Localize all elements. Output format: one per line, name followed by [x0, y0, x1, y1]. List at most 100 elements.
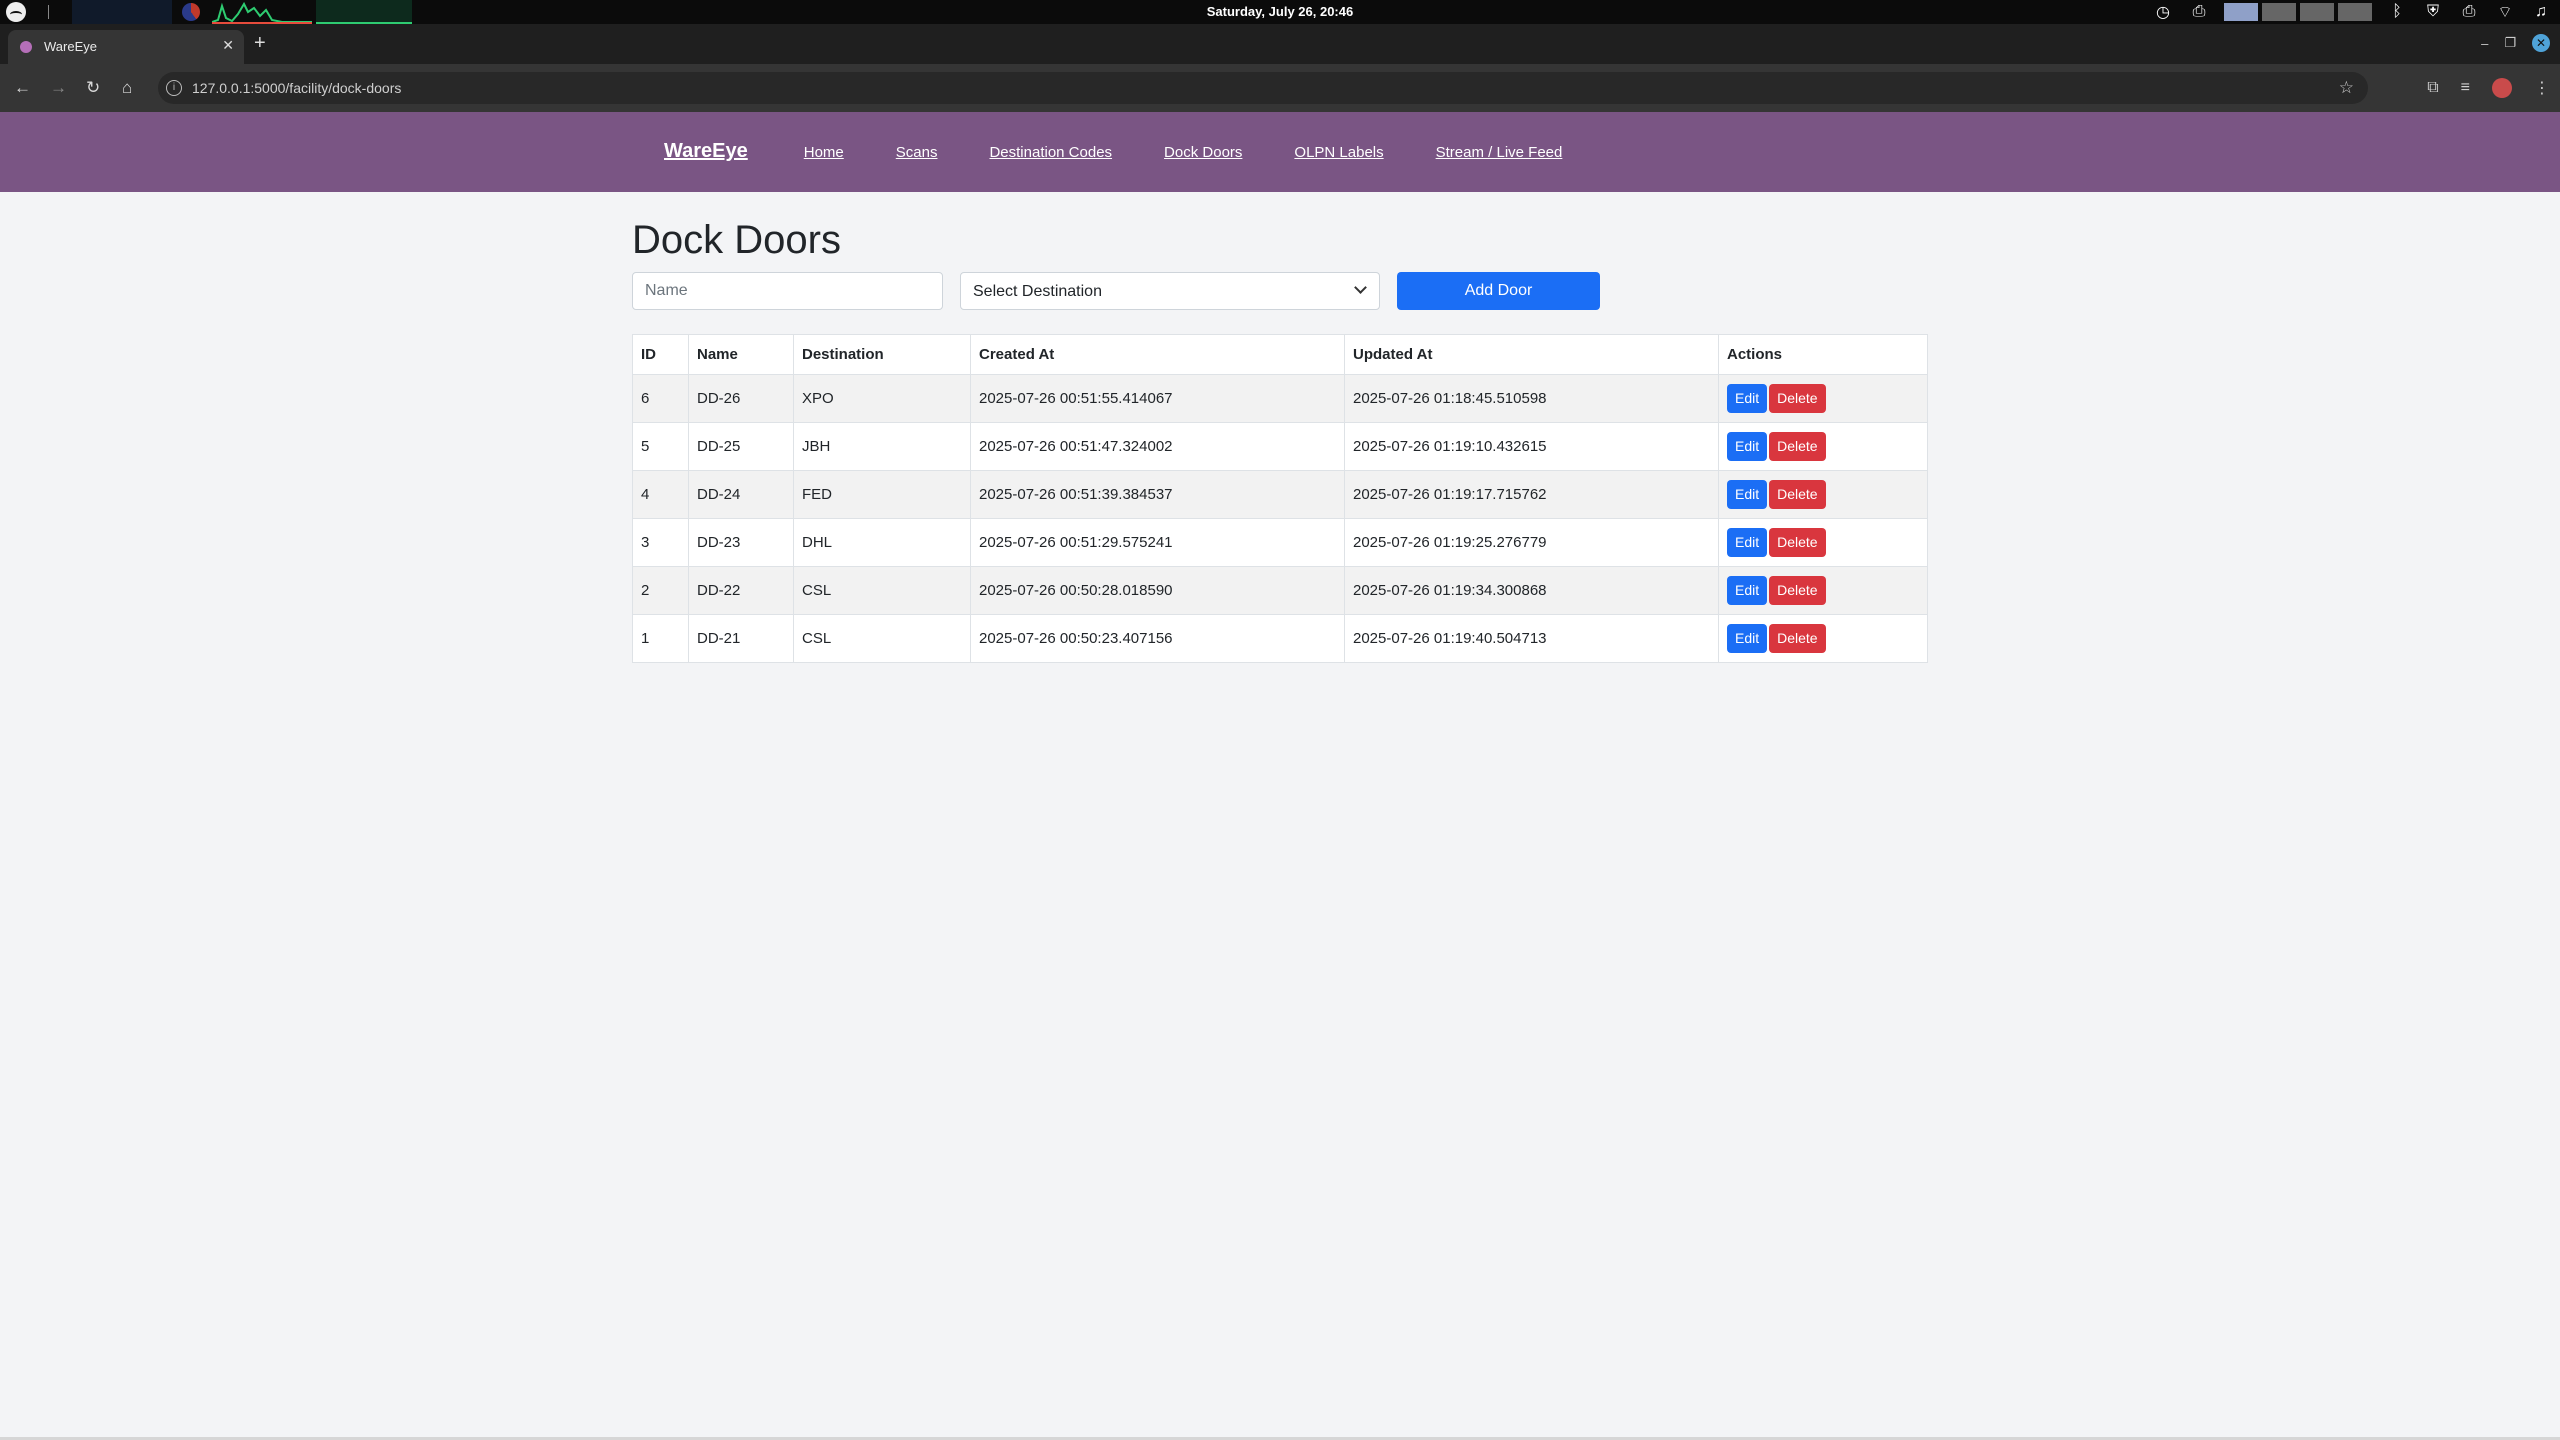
delete-button[interactable]: Delete	[1769, 576, 1826, 605]
cell-destination: CSL	[793, 566, 971, 615]
header-actions: Actions	[1718, 334, 1928, 375]
table-header-row: ID Name Destination Created At Updated A…	[632, 334, 1928, 375]
edit-button[interactable]: Edit	[1727, 384, 1768, 413]
nav-link-destination-codes[interactable]: Destination Codes	[989, 144, 1112, 161]
cell-updated-at: 2025-07-26 01:19:40.504713	[1344, 614, 1719, 663]
cell-created-at: 2025-07-26 00:51:55.414067	[970, 374, 1345, 423]
table-row: 6 DD-26 XPO 2025-07-26 00:51:55.414067 2025-…	[632, 374, 1928, 423]
cell-updated-at: 2025-07-26 01:19:10.432615	[1344, 422, 1719, 471]
back-icon[interactable]: ←	[14, 78, 31, 98]
cell-id: 3	[632, 518, 689, 567]
edit-button[interactable]: Edit	[1727, 528, 1768, 557]
cell-destination: DHL	[793, 518, 971, 567]
media-icon[interactable]: ≡	[2461, 79, 2470, 97]
url-text[interactable]: 127.0.0.1:5000/facility/dock-doors	[192, 80, 401, 96]
delete-button[interactable]: Delete	[1769, 528, 1826, 557]
workspace-2[interactable]	[2262, 3, 2296, 21]
cell-actions: Edit Delete	[1718, 374, 1928, 423]
header-id: ID	[632, 334, 689, 375]
cell-id: 2	[632, 566, 689, 615]
wifi-icon[interactable]: ⌔	[2494, 3, 2516, 21]
cell-created-at: 2025-07-26 00:51:29.575241	[970, 518, 1345, 567]
cell-destination: XPO	[793, 374, 971, 423]
clock-icon[interactable]: ◷	[2152, 3, 2174, 21]
home-icon[interactable]: ⌂	[122, 78, 132, 98]
nav-link-dock-doors[interactable]: Dock Doors	[1164, 144, 1242, 161]
header-updated-at: Updated At	[1344, 334, 1719, 375]
window-close-icon[interactable]: ✕	[2532, 34, 2550, 52]
workspace-switcher[interactable]	[2224, 3, 2372, 21]
table-row: 2 DD-22 CSL 2025-07-26 00:50:28.018590 2025-…	[632, 566, 1928, 615]
destination-select[interactable]: Select Destination	[960, 272, 1380, 310]
address-bar[interactable]: i 127.0.0.1:5000/facility/dock-doors ☆	[158, 72, 2368, 104]
dock-doors-table: ID Name Destination Created At Updated A…	[632, 334, 1928, 663]
browser-extension-icons: ⧉ ≡ ⋮	[2427, 78, 2550, 98]
new-tab-icon[interactable]: +	[254, 32, 266, 55]
cell-name: DD-24	[688, 470, 794, 519]
edit-button[interactable]: Edit	[1727, 624, 1768, 653]
edit-button[interactable]: Edit	[1727, 576, 1768, 605]
reload-icon[interactable]: ↻	[86, 78, 100, 98]
workspace-1[interactable]	[2224, 3, 2258, 21]
cell-name: DD-22	[688, 566, 794, 615]
maximize-icon[interactable]: ❐	[2504, 35, 2516, 51]
cell-name: DD-21	[688, 614, 794, 663]
cell-updated-at: 2025-07-26 01:19:34.300868	[1344, 566, 1719, 615]
edit-button[interactable]: Edit	[1727, 432, 1768, 461]
cell-actions: Edit Delete	[1718, 470, 1928, 519]
edit-button[interactable]: Edit	[1727, 480, 1768, 509]
table-row: 5 DD-25 JBH 2025-07-26 00:51:47.324002 2025-…	[632, 422, 1928, 471]
cell-actions: Edit Delete	[1718, 518, 1928, 567]
music-icon[interactable]: ♫	[2530, 3, 2552, 21]
forward-icon[interactable]: →	[50, 78, 67, 98]
nav-link-stream-live-feed[interactable]: Stream / Live Feed	[1436, 144, 1563, 161]
nav-link-home[interactable]: Home	[804, 144, 844, 161]
cell-destination: CSL	[793, 614, 971, 663]
profile-avatar-icon[interactable]	[2492, 78, 2512, 98]
bluetooth-icon[interactable]: ᛒ	[2386, 3, 2408, 21]
table-row: 3 DD-23 DHL 2025-07-26 00:51:29.575241 2025-…	[632, 518, 1928, 567]
main-content: Dock Doors Select Destination Add Door I…	[632, 192, 1928, 663]
table-row: 1 DD-21 CSL 2025-07-26 00:50:23.407156 2025-…	[632, 614, 1928, 663]
tab-title: WareEye	[44, 39, 97, 54]
delete-button[interactable]: Delete	[1769, 480, 1826, 509]
header-destination: Destination	[793, 334, 971, 375]
cell-name: DD-26	[688, 374, 794, 423]
browser-tab[interactable]: WareEye ✕	[8, 30, 244, 64]
delete-button[interactable]: Delete	[1769, 384, 1826, 413]
workspace-4[interactable]	[2338, 3, 2372, 21]
site-info-icon[interactable]: i	[166, 80, 182, 96]
cell-destination: JBH	[793, 422, 971, 471]
nav-link-scans[interactable]: Scans	[896, 144, 938, 161]
cast-icon[interactable]: ⧉	[2427, 79, 2438, 97]
cell-id: 5	[632, 422, 689, 471]
cell-name: DD-25	[688, 422, 794, 471]
workspace-3[interactable]	[2300, 3, 2334, 21]
printer-icon[interactable]: ⎙	[2188, 3, 2210, 21]
name-input[interactable]	[632, 272, 943, 310]
delete-button[interactable]: Delete	[1769, 624, 1826, 653]
cell-actions: Edit Delete	[1718, 422, 1928, 471]
printer-icon-2[interactable]: ⎙	[2458, 3, 2480, 21]
bookmark-star-icon[interactable]: ☆	[2339, 78, 2354, 98]
minimize-icon[interactable]: –	[2481, 36, 2488, 51]
tab-close-icon[interactable]: ✕	[222, 37, 234, 54]
cell-actions: Edit Delete	[1718, 566, 1928, 615]
cell-created-at: 2025-07-26 00:51:47.324002	[970, 422, 1345, 471]
cell-updated-at: 2025-07-26 01:19:25.276779	[1344, 518, 1719, 567]
nav-link-olpn-labels[interactable]: OLPN Labels	[1294, 144, 1383, 161]
chevron-down-icon	[1354, 281, 1367, 294]
os-top-bar: Saturday, July 26, 20:46 ◷ ⎙ ᛒ ⛨ ⎙ ⌔ ♫	[0, 0, 2560, 24]
menu-kebab-icon[interactable]: ⋮	[2534, 78, 2550, 98]
favicon-icon	[20, 41, 32, 53]
shield-icon[interactable]: ⛨	[2422, 3, 2444, 21]
cell-id: 4	[632, 470, 689, 519]
cell-id: 6	[632, 374, 689, 423]
browser-tab-strip: WareEye ✕ + – ❐ ✕	[0, 24, 2560, 64]
add-door-button[interactable]: Add Door	[1397, 272, 1600, 310]
system-tray: ◷ ⎙ ᛒ ⛨ ⎙ ⌔ ♫	[2152, 0, 2552, 24]
delete-button[interactable]: Delete	[1769, 432, 1826, 461]
header-name: Name	[688, 334, 794, 375]
browser-toolbar: ← → ↻ ⌂ i 127.0.0.1:5000/facility/dock-d…	[0, 64, 2560, 112]
brand-link[interactable]: WareEye	[664, 140, 748, 163]
